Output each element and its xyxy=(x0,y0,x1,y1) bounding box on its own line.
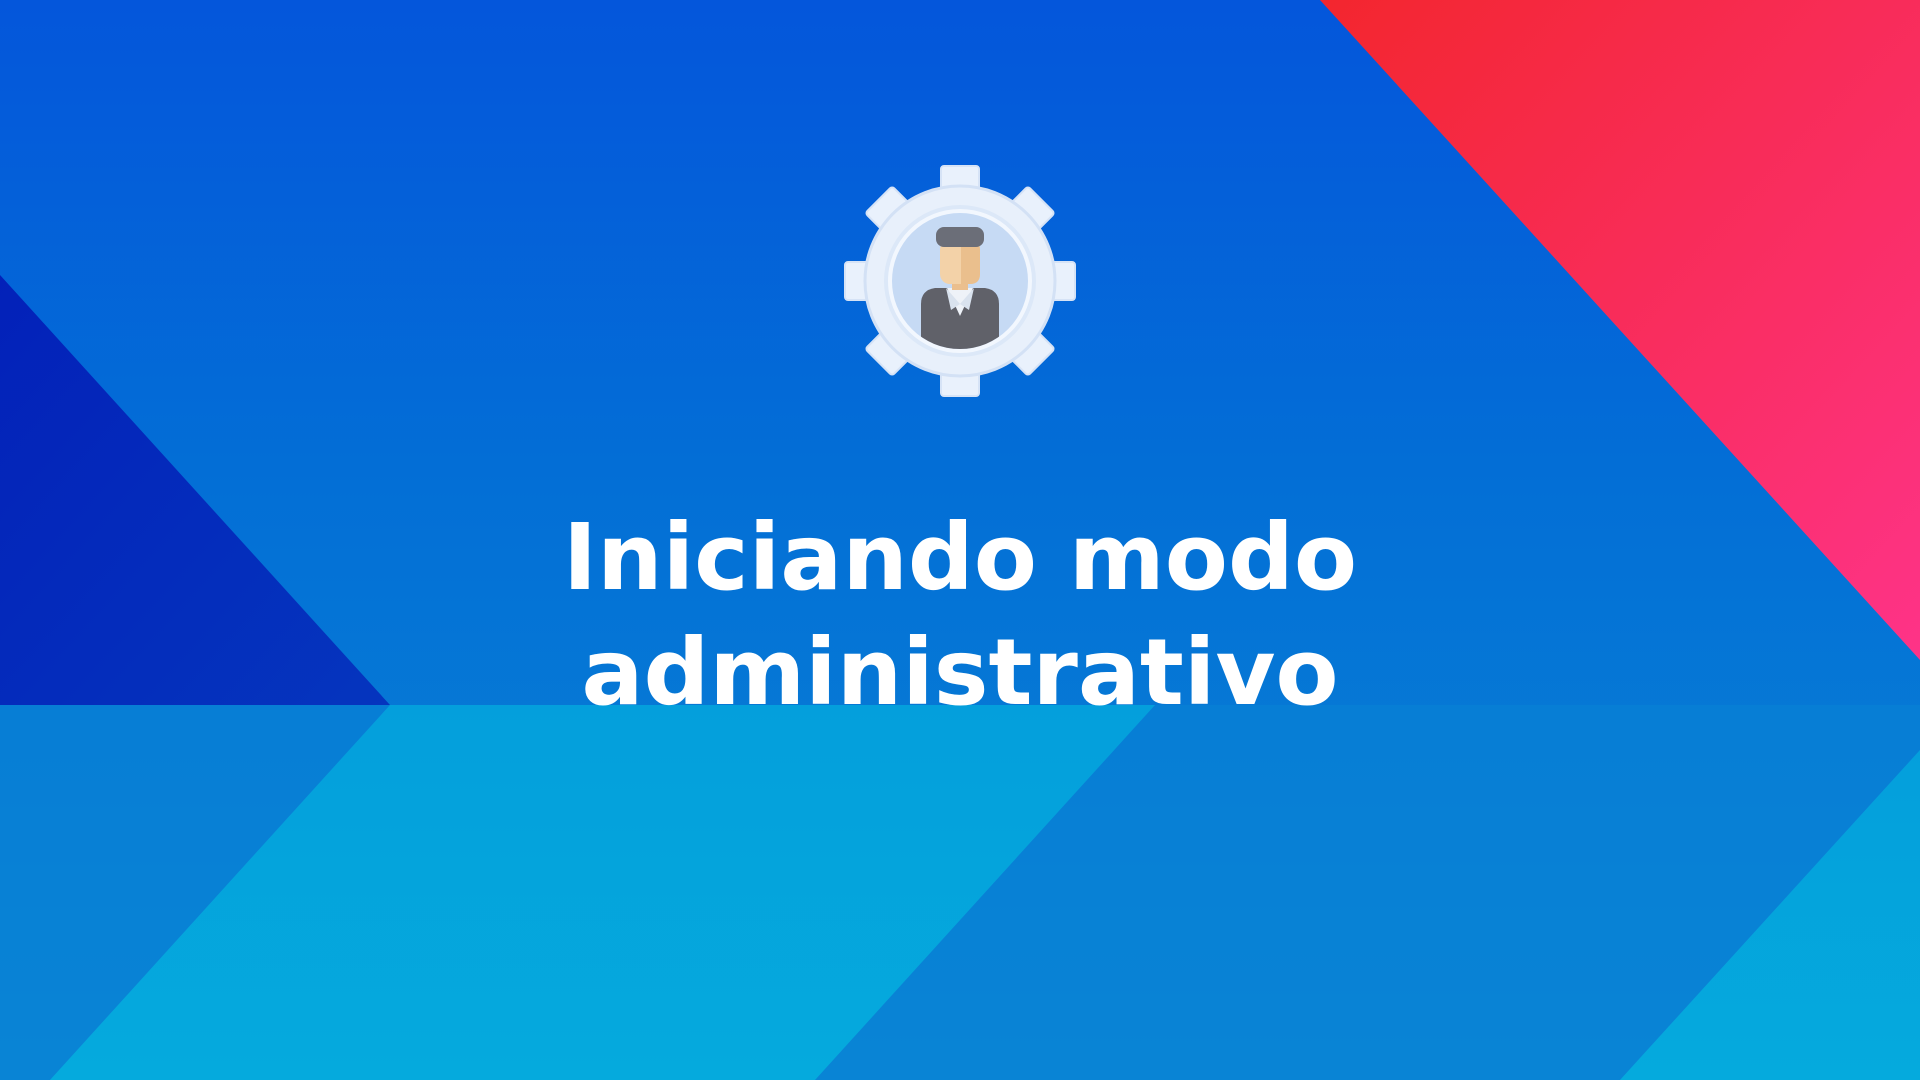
title-line-1: Iniciando modo xyxy=(562,504,1358,611)
loading-title: Iniciando modo administrativo xyxy=(0,500,1920,730)
admin-gear-user-icon xyxy=(843,164,1077,398)
admin-icon-svg xyxy=(844,165,1076,397)
admin-mode-splash-screen: Iniciando modo administrativo xyxy=(0,0,1920,1080)
title-line-2: administrativo xyxy=(581,619,1339,726)
